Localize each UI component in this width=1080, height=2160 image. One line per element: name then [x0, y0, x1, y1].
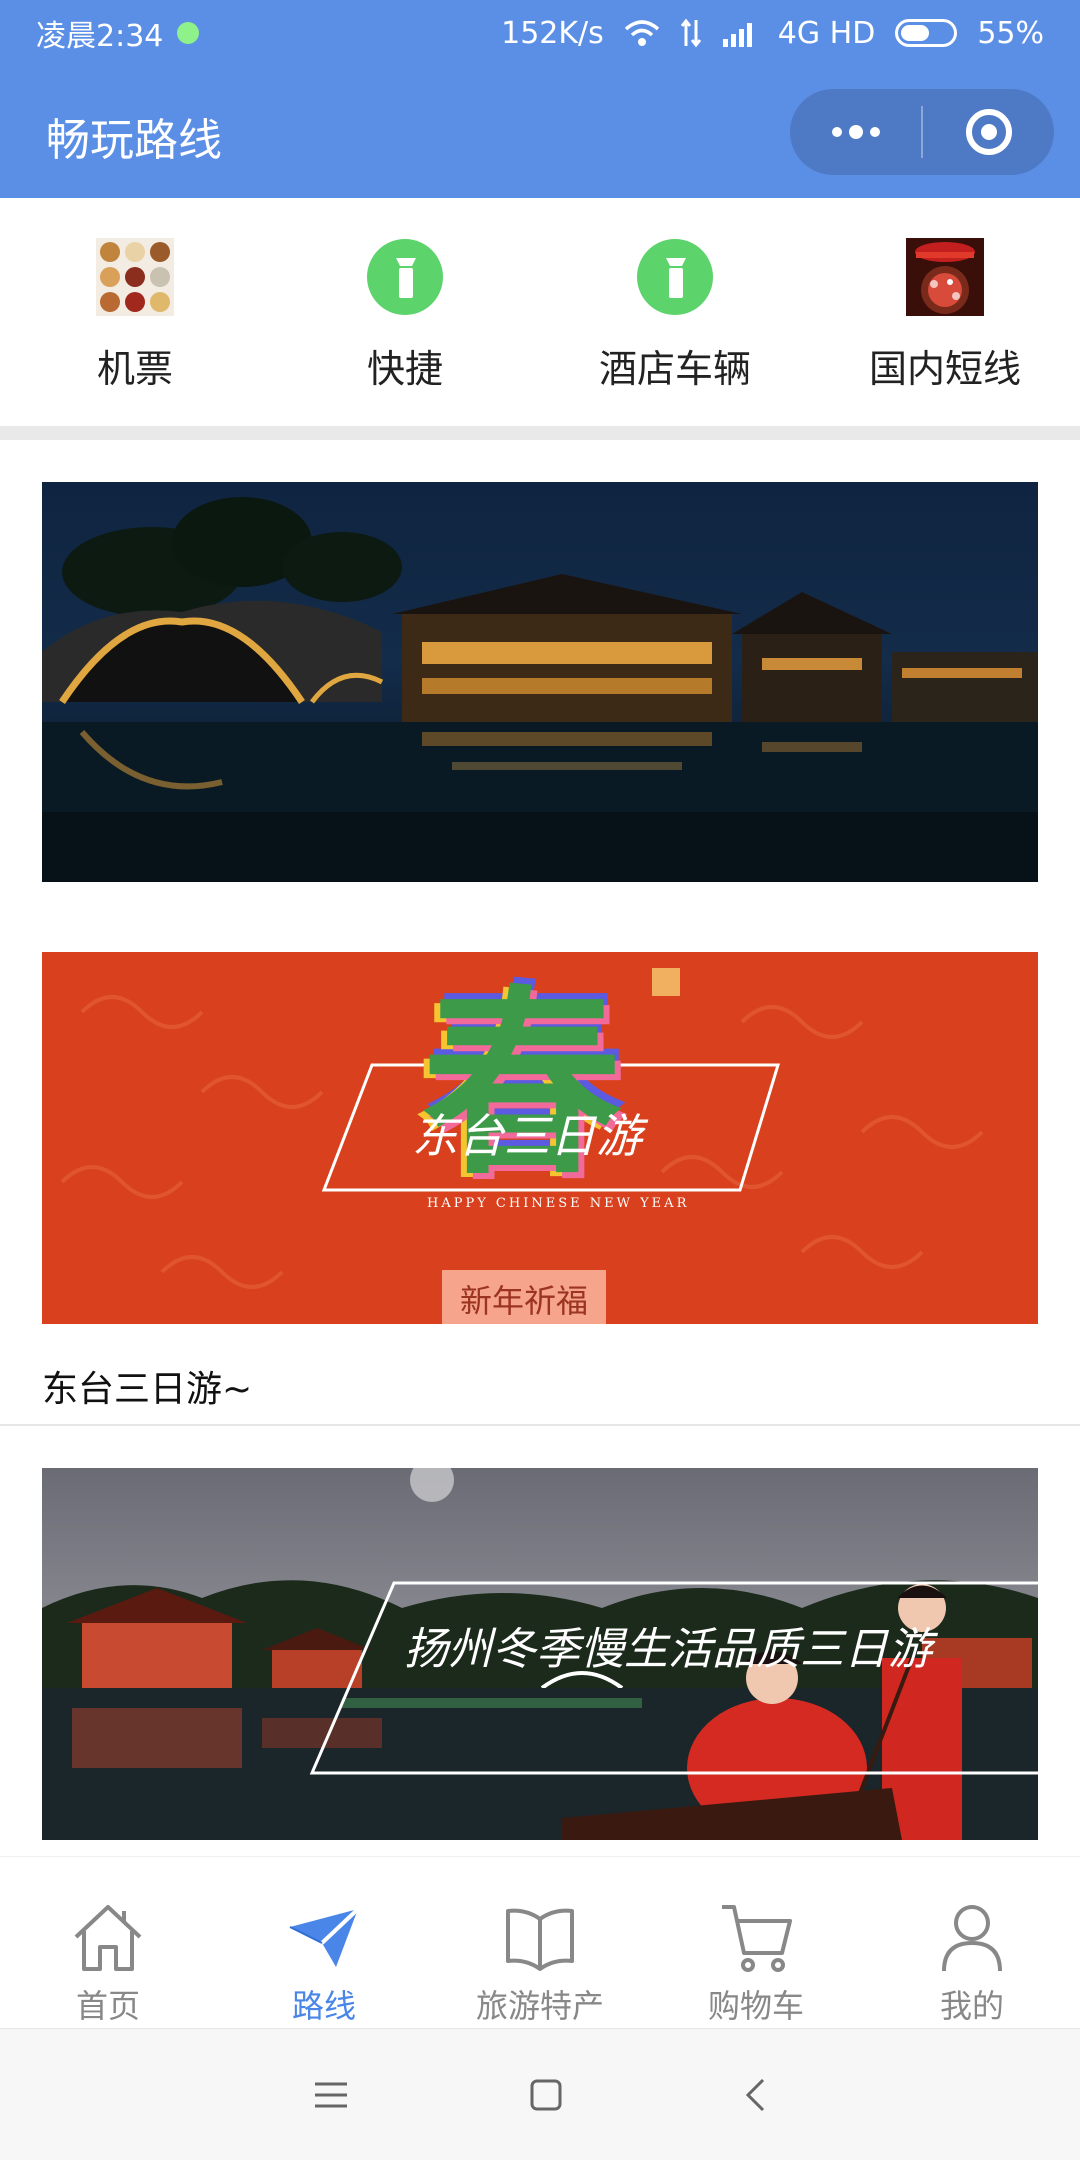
- data-transfer-icon: [680, 18, 701, 48]
- tab-cart[interactable]: 购物车: [648, 1857, 864, 2028]
- notification-icon: [177, 22, 200, 44]
- target-icon: [965, 109, 1012, 155]
- menu-icon[interactable]: [313, 2080, 349, 2110]
- category-row: 机票 快捷 酒店车辆 国内短线: [0, 198, 1080, 428]
- home-icon: [74, 1905, 142, 1971]
- card-separator: [0, 1424, 1080, 1426]
- water-town-night-image: [42, 482, 1038, 882]
- category-label: 国内短线: [868, 347, 1021, 391]
- spray-bottle-icon: [367, 239, 443, 315]
- mini-program-capsule: [790, 89, 1054, 175]
- route-card-banner[interactable]: [42, 482, 1038, 882]
- banner-subtitle: HAPPY CHINESE NEW YEAR: [427, 1196, 690, 1211]
- section-divider: [0, 426, 1080, 440]
- battery-percent: 55%: [977, 15, 1044, 51]
- more-dots-icon: [831, 125, 880, 139]
- tab-label: 首页: [75, 1987, 140, 2025]
- category-label: 机票: [96, 347, 173, 391]
- battery-icon: [895, 19, 958, 47]
- tab-profile[interactable]: 我的: [864, 1857, 1080, 2028]
- category-hotel-vehicle[interactable]: 酒店车辆: [540, 198, 810, 428]
- battery-level: [901, 25, 929, 41]
- more-button[interactable]: [790, 89, 921, 175]
- category-domestic-short[interactable]: 国内短线: [810, 198, 1080, 428]
- bottom-tab-bar: 首页 路线 旅游特产 购物车 我的: [0, 1856, 1080, 2028]
- close-mini-program-button[interactable]: [923, 89, 1054, 175]
- signal-icon: [722, 23, 752, 47]
- spray-bottle-icon: [637, 239, 713, 315]
- food-thumbnail-icon: [96, 238, 174, 316]
- top-bar: 凌晨2:34 152K/s 4G HD 55% 畅玩路线: [0, 0, 1080, 198]
- card-caption: 东台三日游~: [42, 1369, 253, 1410]
- cart-icon: [722, 1905, 792, 1972]
- category-express[interactable]: 快捷: [270, 198, 540, 428]
- tab-label: 旅游特产: [475, 1987, 604, 2025]
- banner-title: 扬州冬季慢生活品质三日游: [404, 1624, 932, 1675]
- page-title: 畅玩路线: [46, 115, 222, 166]
- network-speed: 152K/s: [501, 15, 604, 51]
- wifi-icon: [624, 20, 659, 46]
- status-time: 凌晨2:34: [36, 19, 164, 54]
- paper-plane-icon: [289, 1907, 360, 1967]
- tab-label: 我的: [939, 1987, 1004, 2025]
- spring-glyph: 春: [422, 969, 623, 1202]
- user-icon: [942, 1905, 1002, 1972]
- network-type: 4G HD: [777, 15, 876, 51]
- status-bar: 凌晨2:34 152K/s 4G HD 55%: [0, 0, 1080, 66]
- category-label: 酒店车辆: [598, 347, 751, 391]
- lantern-thumbnail-icon: [906, 238, 984, 316]
- new-year-badge: 新年祈福: [442, 1270, 607, 1324]
- book-icon: [506, 1908, 574, 1971]
- category-label: 快捷: [366, 347, 443, 391]
- back-icon[interactable]: [743, 2077, 767, 2113]
- category-flights[interactable]: 机票: [0, 198, 270, 428]
- route-card-banner[interactable]: 春 东台三日游 HAPPY CHINESE NEW YEAR 新年祈福: [42, 952, 1038, 1324]
- home-square-icon[interactable]: [529, 2078, 563, 2112]
- tab-home[interactable]: 首页: [0, 1857, 216, 2028]
- route-card-banner[interactable]: 扬州冬季慢生活品质三日游: [42, 1468, 1038, 1840]
- tab-label: 路线: [291, 1987, 356, 2025]
- tab-routes[interactable]: 路线: [216, 1857, 432, 2028]
- navigation-bar: 畅玩路线: [0, 66, 1080, 198]
- tab-label: 购物车: [707, 1987, 804, 2025]
- banner-title: 东台三日游: [412, 1109, 642, 1163]
- tab-specialties[interactable]: 旅游特产: [432, 1857, 648, 2028]
- system-navigation-bar: [0, 2028, 1080, 2160]
